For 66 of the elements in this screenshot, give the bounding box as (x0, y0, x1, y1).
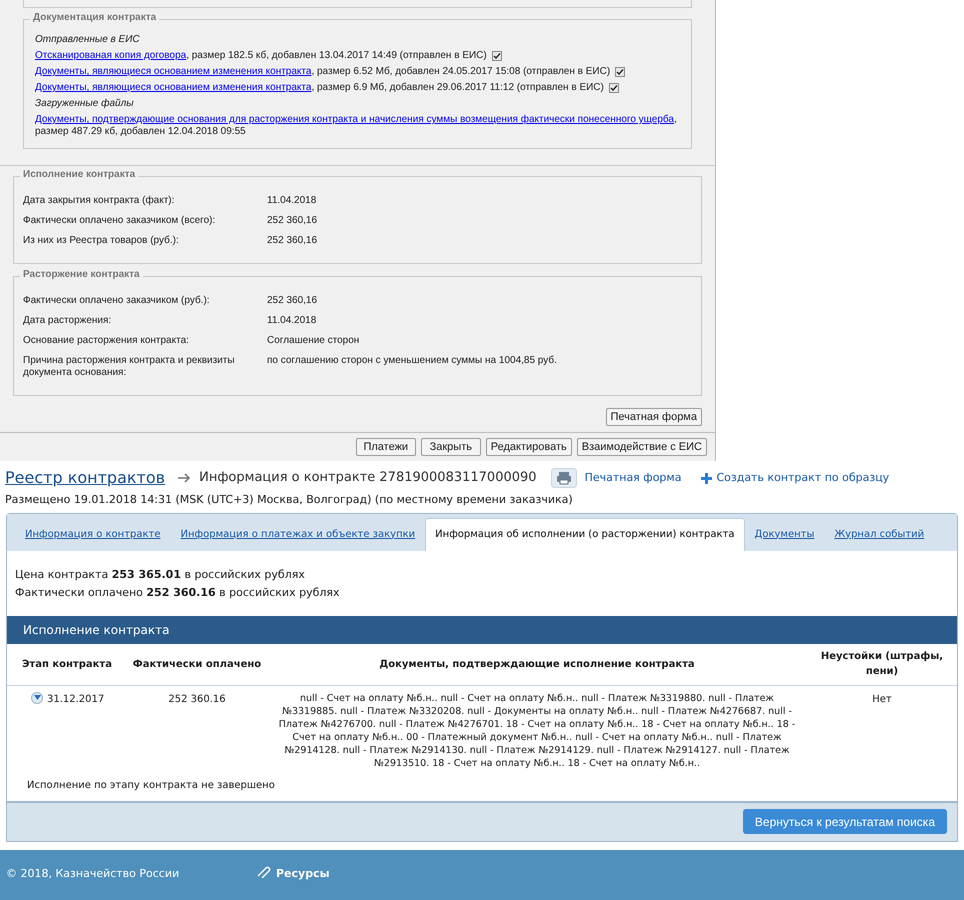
dialog-button[interactable]: Редактировать (486, 438, 572, 456)
tab[interactable]: Журнал событий (824, 518, 934, 550)
table-cell-text: 252 360.16 (167, 692, 227, 706)
field-label: Основание расторжения контракта: (23, 335, 190, 347)
table-cell-text: Нет (871, 692, 893, 706)
section-heading: Загруженные файлы (35, 98, 135, 110)
page-title: Информация о контракте 2781900083117000090 (199, 469, 537, 488)
tab[interactable]: Документы (744, 518, 824, 550)
print-form-link[interactable]: Печатная форма (584, 470, 682, 486)
paperclip-icon (256, 866, 272, 878)
tab[interactable]: Информация об исполнении (о расторжении) контракта (425, 518, 745, 550)
dialog-button[interactable]: Платежи (356, 438, 416, 456)
file-entry: Документы, являющиеся основанием изменения контракта, размер 6.52 Мб, добавлен 24.05.2017 15:08 (отправлен в ЕИС) (35, 66, 610, 78)
field-label: Дата расторжения: (23, 315, 112, 327)
field-label: Дата закрытия контракта (факт): (23, 195, 176, 207)
copyright: © 2018, Казначейство России (6, 866, 180, 882)
printer-icon[interactable] (550, 468, 577, 488)
field-label: Причина расторжения контракта и реквизиты документа основания: (23, 355, 236, 379)
table-cell-text: null - Счет на оплату №б.н.. null - Счет на оплату №б.н.. null - Платеж №3319880. null - Платеж №3319885. null - Платеж №3320208. null - Документы на оплату №б.н.. null - Платеж №4276687. null - Платеж №4276700. null - Платеж №4276701. 18 - Счет на оплату №б.н.. 18 - Счет на оплату №б.н.. 18 - Счет на оплату №б.н.. 00 - Платежный документ №б.н.. null - Счет на оплату №б.н.. null - Платеж №2914128. null - Платеж №2914130. null - Платеж №2914129. null - Платеж №2914127. null - Платеж №2913510. 18 - Счет на оплату №б.н.. 18 - Счет на оплату №б.н.. (278, 692, 796, 770)
file-entry: Документы, подтверждающие основания для расторжения контракта и начисления суммы возмещения фактически понесенного ущерба, размер 487.29 кб, добавлен 12.04.2018 09:55 (35, 114, 678, 138)
stage-note: Исполнение по этапу контракта не завершено (26, 778, 276, 792)
tab[interactable]: Информация о платежах и объекте закупки (170, 518, 426, 550)
fieldset-title: Расторжение контракта (20, 269, 143, 281)
fieldset-title: Документация контракта (30, 12, 160, 24)
file-link[interactable]: Документы, являющиеся основанием изменения контракта (35, 66, 312, 77)
plus-icon (701, 472, 712, 484)
sent-checkbox[interactable] (615, 67, 626, 77)
field-label: Фактически оплачено заказчиком (руб.): (23, 295, 211, 307)
dialog-button[interactable]: Взаимодействие с ЕИС (576, 438, 707, 456)
summary-line: Фактически оплачено 252 360.16 в российских рублях (15, 585, 341, 601)
sent-checkbox[interactable] (492, 51, 502, 61)
caret-icon (34, 695, 40, 700)
fieldset-title: Исполнение контракта (20, 169, 138, 181)
field-value: 11.04.2018 (267, 315, 316, 327)
section-header: Исполнение контракта (7, 616, 957, 644)
check-icon (492, 52, 501, 60)
table-cell-text: 31.12.2017 (47, 692, 104, 706)
registry-link[interactable]: Реестр контрактов (5, 466, 166, 490)
column-header: Этап контракта (21, 658, 113, 672)
section-heading: Отправленные в ЕИС (35, 34, 141, 46)
tab[interactable]: Информация о контракте (15, 518, 171, 550)
file-link[interactable]: Документы, являющиеся основанием изменения контракта (35, 82, 312, 93)
file-link[interactable]: Отсканированая копия договора (35, 50, 186, 61)
expand-toggle[interactable] (31, 692, 43, 704)
dialog-button[interactable]: Закрыть (420, 438, 481, 456)
field-value: 252 360,16 (267, 215, 318, 227)
posted-info: Размещено 19.01.2018 14:31 (MSK (UTC+3) Москва, Волгоград) (по местному времени заказчика) (4, 492, 574, 508)
file-entry: Отсканированая копия договора, размер 182.5 кб, добавлен 13.04.2017 14:49 (отправлен в ЕИС) (35, 50, 487, 62)
print-form-button[interactable]: Печатная форма (606, 408, 702, 426)
column-header: Документы, подтверждающие исполнение контракта (378, 658, 696, 672)
summary-line: Цена контракта 253 365.01 в российских рублях (15, 566, 306, 582)
field-label: Из них из Реестра товаров (руб.): (23, 235, 180, 247)
column-header: Фактически оплачено (132, 658, 262, 672)
sent-checkbox[interactable] (608, 83, 619, 93)
arrow-icon (177, 472, 192, 484)
field-value: по соглашению сторон с уменьшением суммы на 1004,85 руб. (267, 355, 557, 368)
field-value: 252 360,16 (267, 235, 318, 247)
field-value: Соглашение сторон (267, 335, 360, 347)
column-header: Неустойки (штрафы, пени) (820, 650, 944, 679)
field-value: 252 360,16 (267, 295, 318, 307)
file-entry: Документы, являющиеся основанием изменения контракта, размер 6.9 Мб, добавлен 29.06.2017 11:12 (отправлен в ЕИС) (35, 82, 604, 94)
file-link[interactable]: Документы, подтверждающие основания для расторжения контракта и начисления суммы возмещения фактически понесенного ущерба (35, 114, 674, 125)
field-value: 11.04.2018 (267, 195, 316, 207)
back-to-results-button[interactable]: Вернуться к результатам поиска (742, 809, 947, 834)
create-contract-link[interactable]: Создать контракт по образцу (716, 470, 890, 486)
field-label: Фактически оплачено заказчиком (всего): (23, 215, 216, 227)
